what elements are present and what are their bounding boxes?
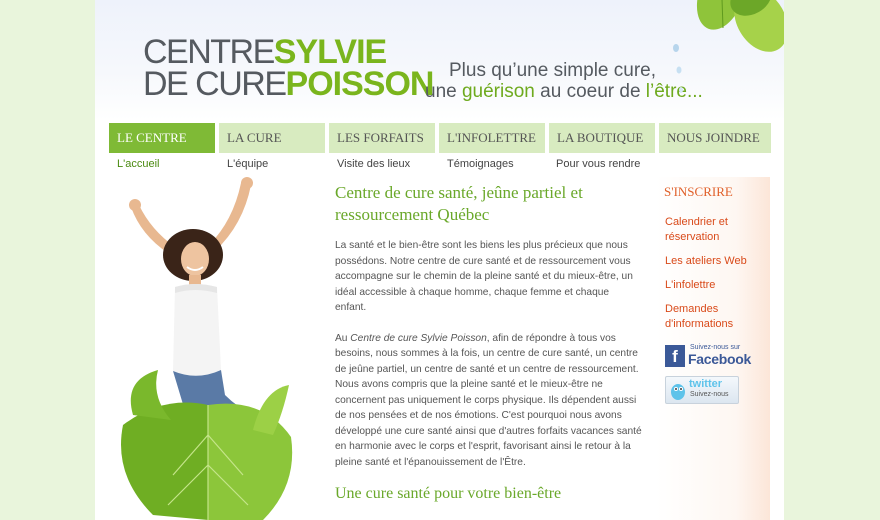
tab-la-boutique[interactable]: LA BOUTIQUE xyxy=(549,123,655,153)
subnav-equipe[interactable]: L'équipe xyxy=(227,158,268,170)
logo-text: DE CURE xyxy=(143,65,287,103)
page: CENTRESYLVIE DE CUREPOISSON Plus qu’une … xyxy=(95,0,784,520)
twitter-big-text: twitter xyxy=(689,378,722,390)
sidebar: S'INSCRIRE Calendrier et réservation Les… xyxy=(656,177,770,520)
facebook-button[interactable]: f Suivez-nous sur Facebook xyxy=(665,344,753,367)
twitter-button[interactable]: twitter Suivez-nous xyxy=(665,376,739,404)
facebook-small-text: Suivez-nous sur xyxy=(690,344,741,351)
sidebar-link-ateliers[interactable]: Les ateliers Web xyxy=(665,254,763,269)
logo-text: POISSON xyxy=(285,65,435,103)
tab-le-centre[interactable]: LE CENTRE xyxy=(109,123,215,153)
subnav-visite[interactable]: Visite des lieux xyxy=(337,158,410,170)
intro-paragraph: La santé et le bien-être sont les biens … xyxy=(335,240,633,313)
main-content: Centre de cure santé, jeûne partiel et r… xyxy=(335,182,643,503)
leaves-decoration-icon xyxy=(673,0,784,93)
tab-linfolettre[interactable]: L'INFOLETTRE xyxy=(439,123,545,153)
subnav-temoignages[interactable]: Témoignages xyxy=(447,158,514,170)
sidebar-link-demandes[interactable]: Demandes d'informations xyxy=(665,302,763,332)
facebook-icon: f xyxy=(665,345,685,367)
section-subheading: Une cure santé pour votre bien-être xyxy=(335,485,562,502)
tab-les-forfaits[interactable]: LES FORFAITS xyxy=(329,123,435,153)
header: CENTRESYLVIE DE CUREPOISSON Plus qu’une … xyxy=(95,0,784,120)
tab-la-cure[interactable]: LA CURE xyxy=(219,123,325,153)
facebook-big-text: Facebook xyxy=(688,351,751,367)
sidebar-link-calendrier[interactable]: Calendrier et réservation xyxy=(665,215,763,245)
tab-nous-joindre[interactable]: NOUS JOINDRE xyxy=(659,123,771,153)
page-title: Centre de cure santé, jeûne partiel et r… xyxy=(335,183,583,224)
site-logo[interactable]: CENTRESYLVIE DE CUREPOISSON xyxy=(143,35,435,103)
detail-paragraph: Au Centre de cure Sylvie Poisson, afin d… xyxy=(335,332,642,468)
sidebar-heading: S'INSCRIRE xyxy=(664,184,733,199)
twitter-bird-icon xyxy=(671,384,685,400)
hero-woman-leaf-image xyxy=(121,177,293,520)
subnav-pour-vous-rendre[interactable]: Pour vous rendre xyxy=(556,158,640,170)
twitter-small-text: Suivez-nous xyxy=(690,391,729,398)
sidebar-link-infolettre[interactable]: L'infolettre xyxy=(665,278,763,293)
subnav-accueil[interactable]: L'accueil xyxy=(117,158,159,170)
